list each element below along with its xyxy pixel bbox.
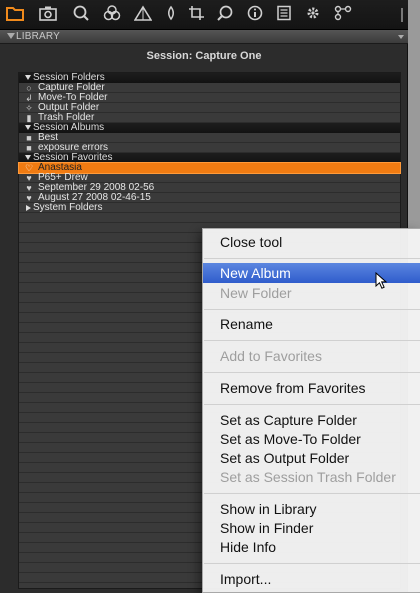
- folder-icon[interactable]: [4, 5, 26, 25]
- heart-icon: ♥: [26, 173, 32, 183]
- menu-separator: [204, 493, 420, 494]
- group-session-albums[interactable]: Session Albums: [19, 123, 400, 133]
- tool-tab-bar: [0, 0, 408, 30]
- menu-item-add-to-favorites[interactable]: Add to Favorites: [203, 346, 420, 366]
- disclosure-triangle-icon[interactable]: [25, 75, 31, 80]
- menu-separator: [204, 340, 420, 341]
- album-icon: ■: [26, 133, 32, 143]
- menu-item-show-in-finder[interactable]: Show in Finder: [203, 518, 420, 538]
- disclosure-triangle-icon[interactable]: [25, 125, 31, 130]
- menu-item-hide-info[interactable]: Hide Info: [203, 537, 420, 557]
- heart-icon: ♡: [24, 163, 34, 173]
- menu-item-set-capture-folder[interactable]: Set as Capture Folder: [203, 410, 420, 430]
- metadata-icon[interactable]: [273, 5, 295, 25]
- move-to-folder-icon: ↲: [25, 93, 33, 103]
- menu-item-close-tool[interactable]: Close tool: [203, 232, 420, 252]
- menu-item-set-move-to-folder[interactable]: Set as Move-To Folder: [203, 429, 420, 449]
- disclosure-triangle-icon[interactable]: [26, 205, 31, 211]
- panel-menu-icon[interactable]: [398, 35, 404, 39]
- menu-separator: [204, 309, 420, 310]
- network-icon[interactable]: [332, 5, 354, 25]
- group-label: System Folders: [33, 202, 103, 213]
- menu-item-set-output-folder[interactable]: Set as Output Folder: [203, 448, 420, 468]
- group-system-folders[interactable]: System Folders: [19, 203, 400, 213]
- focus-icon[interactable]: [160, 5, 182, 25]
- toolbar-edge: [401, 8, 408, 22]
- info-icon[interactable]: [244, 5, 266, 25]
- crop-icon[interactable]: [186, 5, 208, 25]
- menu-item-remove-from-favorites[interactable]: Remove from Favorites: [203, 378, 420, 398]
- output-folder-icon: ✧: [25, 103, 33, 113]
- disclosure-triangle-icon[interactable]: [25, 155, 31, 160]
- menu-item-import[interactable]: Import...: [203, 569, 420, 589]
- capture-folder-icon: ○: [26, 83, 32, 93]
- menu-separator: [204, 258, 420, 259]
- menu-item-set-session-trash-folder[interactable]: Set as Session Trash Folder: [203, 467, 420, 487]
- mouse-cursor-icon: [375, 272, 388, 289]
- settings-icon[interactable]: [302, 5, 324, 25]
- menu-separator: [204, 404, 420, 405]
- collapse-triangle-icon[interactable]: [7, 33, 15, 39]
- camera-icon[interactable]: [37, 5, 59, 25]
- exposure-icon[interactable]: [132, 5, 154, 25]
- menu-item-show-in-library[interactable]: Show in Library: [203, 499, 420, 519]
- lens-icon[interactable]: [214, 5, 236, 25]
- search-icon[interactable]: [70, 5, 92, 25]
- session-title: Session: Capture One: [146, 50, 262, 62]
- menu-separator: [204, 372, 420, 373]
- menu-item-rename[interactable]: Rename: [203, 314, 420, 334]
- color-icon[interactable]: [101, 5, 123, 25]
- library-title: LIBRARY: [16, 31, 61, 42]
- heart-icon: ♥: [26, 183, 32, 193]
- menu-separator: [204, 563, 420, 564]
- library-header[interactable]: LIBRARY: [0, 30, 408, 44]
